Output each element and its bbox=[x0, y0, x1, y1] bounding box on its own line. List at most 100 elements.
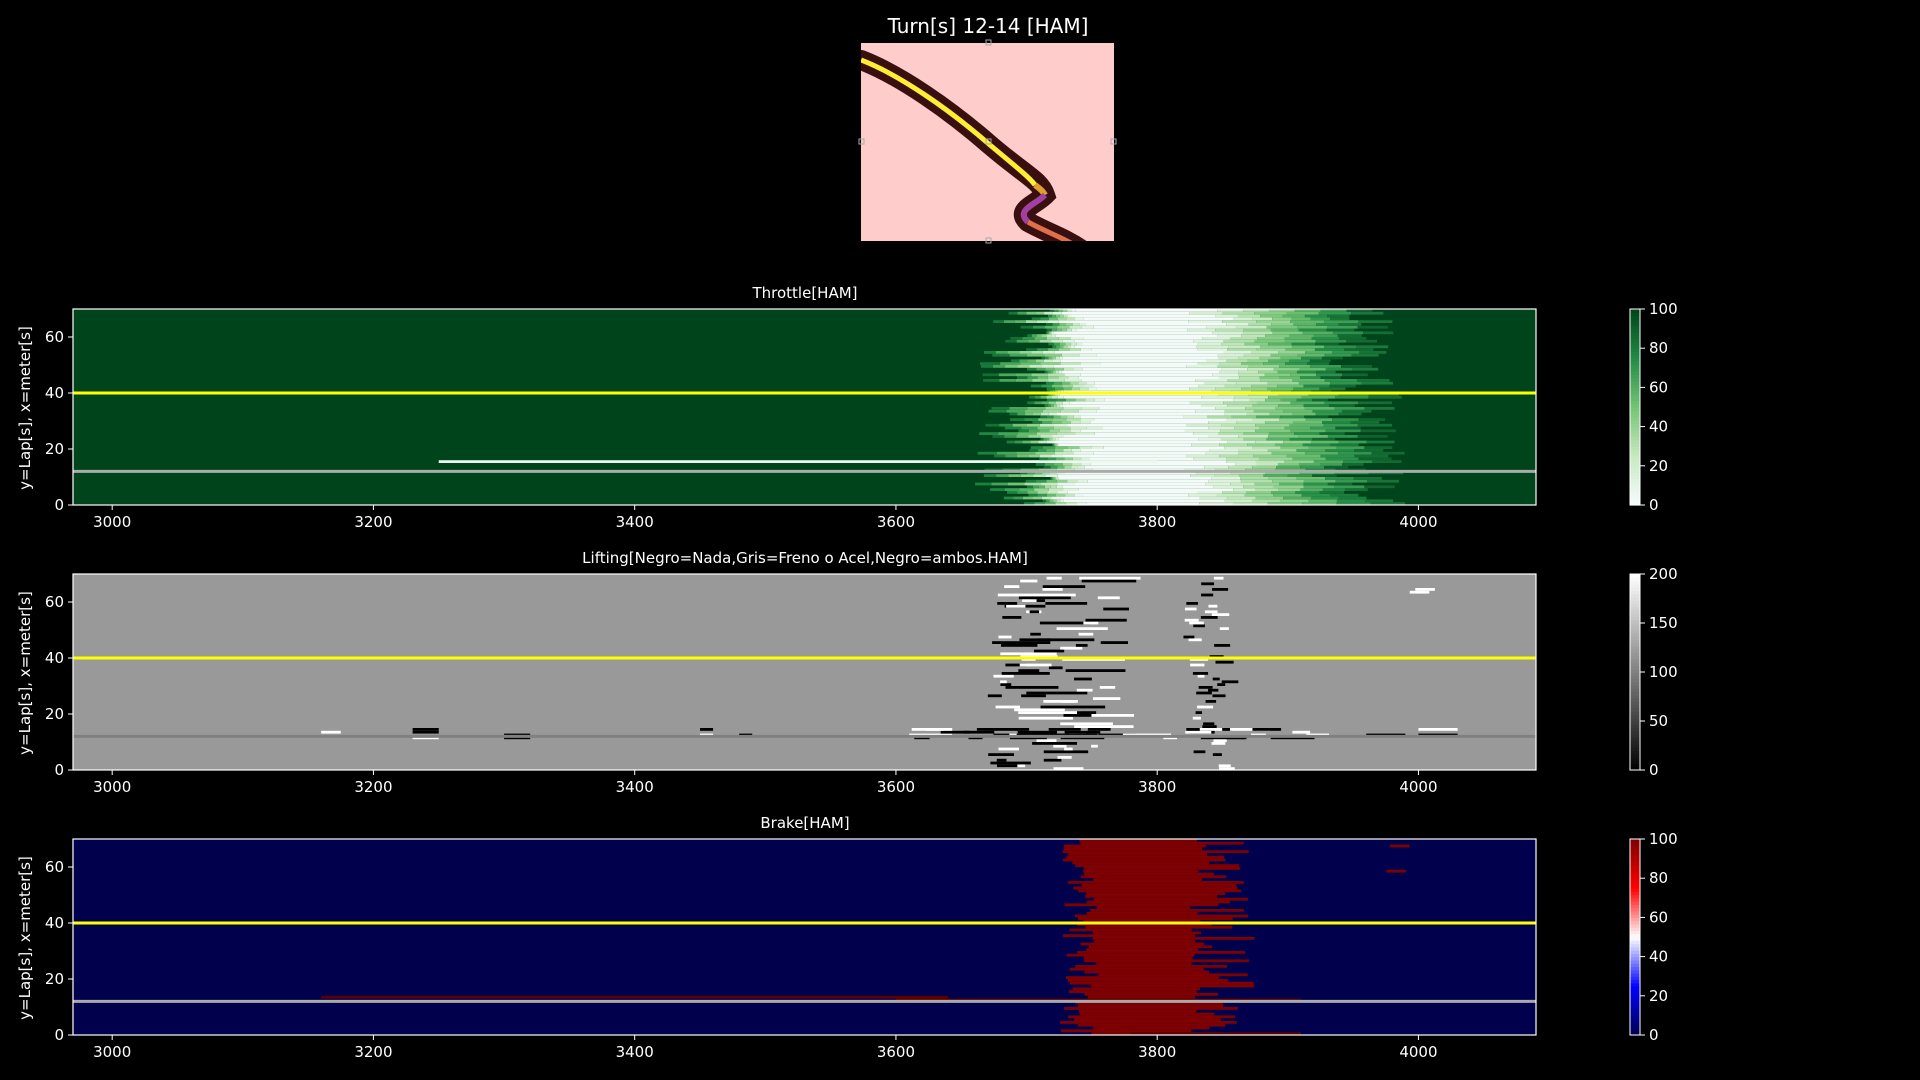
heatmap-cell bbox=[1037, 376, 1048, 379]
heatmap-cell bbox=[1056, 432, 1076, 435]
heatmap-cell bbox=[1048, 348, 1059, 351]
heatmap-cell bbox=[1044, 353, 1062, 357]
heatmap-cell bbox=[1233, 398, 1250, 402]
heatmap-cell bbox=[1053, 463, 1063, 466]
heatmap-cell bbox=[1310, 440, 1339, 444]
heatmap-cell bbox=[1080, 1012, 1215, 1016]
heatmap-cell bbox=[1259, 356, 1281, 360]
heatmap-cell bbox=[1005, 454, 1017, 458]
heatmap-cell bbox=[1057, 474, 1191, 477]
heatmap-cell bbox=[1080, 421, 1091, 424]
heatmap-cell bbox=[1342, 409, 1372, 413]
heatmap-cell bbox=[1353, 477, 1382, 480]
heatmap-cell bbox=[1320, 463, 1343, 466]
heatmap-cell bbox=[1226, 323, 1249, 326]
heatmap-cell bbox=[1062, 404, 1202, 407]
heatmap-cell bbox=[1021, 426, 1038, 430]
heatmap-cell bbox=[1190, 663, 1205, 667]
heatmap-cell bbox=[1043, 750, 1089, 754]
heatmap-cell bbox=[321, 730, 341, 734]
heatmap-cell bbox=[1060, 415, 1068, 419]
heatmap-cell bbox=[984, 351, 996, 354]
heatmap-cell bbox=[1057, 443, 1059, 447]
heatmap-cell bbox=[1037, 491, 1048, 494]
colorbar-tick-label: 50 bbox=[1649, 712, 1668, 730]
heatmap-cell bbox=[1371, 451, 1405, 455]
x-tick-label: 3400 bbox=[616, 1043, 654, 1061]
heatmap-cell bbox=[1329, 384, 1356, 388]
heatmap-cell bbox=[412, 728, 439, 731]
heatmap-cell bbox=[1218, 376, 1240, 379]
heatmap-cell bbox=[1346, 339, 1378, 343]
heatmap-cell bbox=[1064, 457, 1073, 461]
heatmap-cell bbox=[1322, 488, 1346, 491]
heatmap-cell bbox=[1066, 953, 1195, 957]
heatmap-cell bbox=[1035, 463, 1045, 466]
heatmap-cell bbox=[1077, 1004, 1224, 1007]
heatmap-cell bbox=[1019, 663, 1052, 667]
heatmap-cell bbox=[1024, 482, 1042, 486]
heatmap-cell bbox=[1002, 616, 1022, 619]
heatmap-cell bbox=[1199, 496, 1228, 500]
heatmap-cell bbox=[1081, 463, 1091, 466]
heatmap-cell bbox=[1086, 892, 1226, 895]
heatmap-cell bbox=[1361, 381, 1393, 385]
heatmap-cell bbox=[1055, 314, 1060, 318]
heatmap-cell bbox=[1047, 404, 1051, 407]
heatmap-cell bbox=[1060, 700, 1075, 703]
heatmap-cell bbox=[1063, 395, 1202, 399]
heatmap-cell bbox=[1075, 864, 1240, 867]
heatmap-cell bbox=[1190, 474, 1215, 477]
heatmap-cell bbox=[1046, 415, 1054, 419]
heatmap-cell bbox=[1238, 451, 1272, 455]
heatmap-cell bbox=[1022, 337, 1035, 340]
heatmap-cell bbox=[1310, 365, 1342, 368]
heatmap-cell bbox=[1016, 435, 1029, 438]
heatmap-cell bbox=[1247, 443, 1275, 447]
heatmap-cell bbox=[1078, 381, 1087, 385]
heatmap-cell bbox=[1048, 728, 1081, 731]
heatmap-cell bbox=[1048, 412, 1057, 416]
x-tick-label: 3800 bbox=[1138, 513, 1176, 531]
heatmap-cell bbox=[1046, 576, 1062, 580]
heatmap-cells bbox=[73, 309, 1536, 505]
heatmap-cell bbox=[1289, 423, 1324, 427]
heatmap-cell bbox=[1372, 460, 1402, 463]
heatmap-cell bbox=[1060, 359, 1206, 363]
heatmap-cell bbox=[1189, 621, 1204, 625]
heatmap-cell bbox=[1345, 488, 1368, 491]
heatmap-cell bbox=[1206, 325, 1237, 329]
heatmap-cell bbox=[1186, 365, 1218, 368]
heatmap-cell bbox=[983, 474, 997, 477]
heatmap-cell bbox=[1019, 638, 1051, 642]
heatmap-cell bbox=[1091, 446, 1104, 449]
figure: Turn[s] 12-14 [HAM] Throttle[HAM] y=Lap[… bbox=[16, 14, 1678, 1061]
heatmap-cell bbox=[1087, 995, 1196, 999]
heatmap-cell bbox=[1077, 465, 1085, 469]
heatmap-cell bbox=[1079, 446, 1092, 449]
heatmap-cell bbox=[1350, 421, 1380, 424]
heatmap-cell bbox=[1003, 496, 1014, 500]
heatmap-cell bbox=[1037, 426, 1054, 430]
heatmap-cell bbox=[1046, 449, 1055, 452]
heatmap-cell bbox=[1367, 479, 1399, 483]
heatmap-cell bbox=[1043, 437, 1047, 441]
brake-panel: Brake[HAM] y=Lap[s], x=meter[s] 3000 3200… bbox=[16, 814, 1678, 1061]
heatmap-cell bbox=[1062, 934, 1196, 937]
heatmap-cell bbox=[1059, 429, 1071, 433]
heatmap-cell bbox=[1004, 426, 1022, 430]
heatmap-cell bbox=[1034, 488, 1049, 491]
heatmap-cell bbox=[1058, 348, 1070, 351]
heatmap-cell bbox=[1093, 325, 1207, 329]
heatmap-cell bbox=[995, 351, 1008, 354]
y-tick-label: 40 bbox=[45, 914, 64, 932]
heatmap-cell bbox=[1021, 694, 1046, 698]
heatmap-cell bbox=[1268, 359, 1290, 363]
heatmap-cell bbox=[1027, 491, 1038, 494]
heatmap-cell bbox=[1090, 421, 1209, 424]
heatmap-cell bbox=[1071, 449, 1081, 452]
heatmap-cell bbox=[1062, 850, 1249, 853]
heatmap-cell bbox=[1001, 672, 1050, 675]
heatmap-cell bbox=[1201, 395, 1235, 399]
heatmap-cell bbox=[1268, 395, 1302, 399]
